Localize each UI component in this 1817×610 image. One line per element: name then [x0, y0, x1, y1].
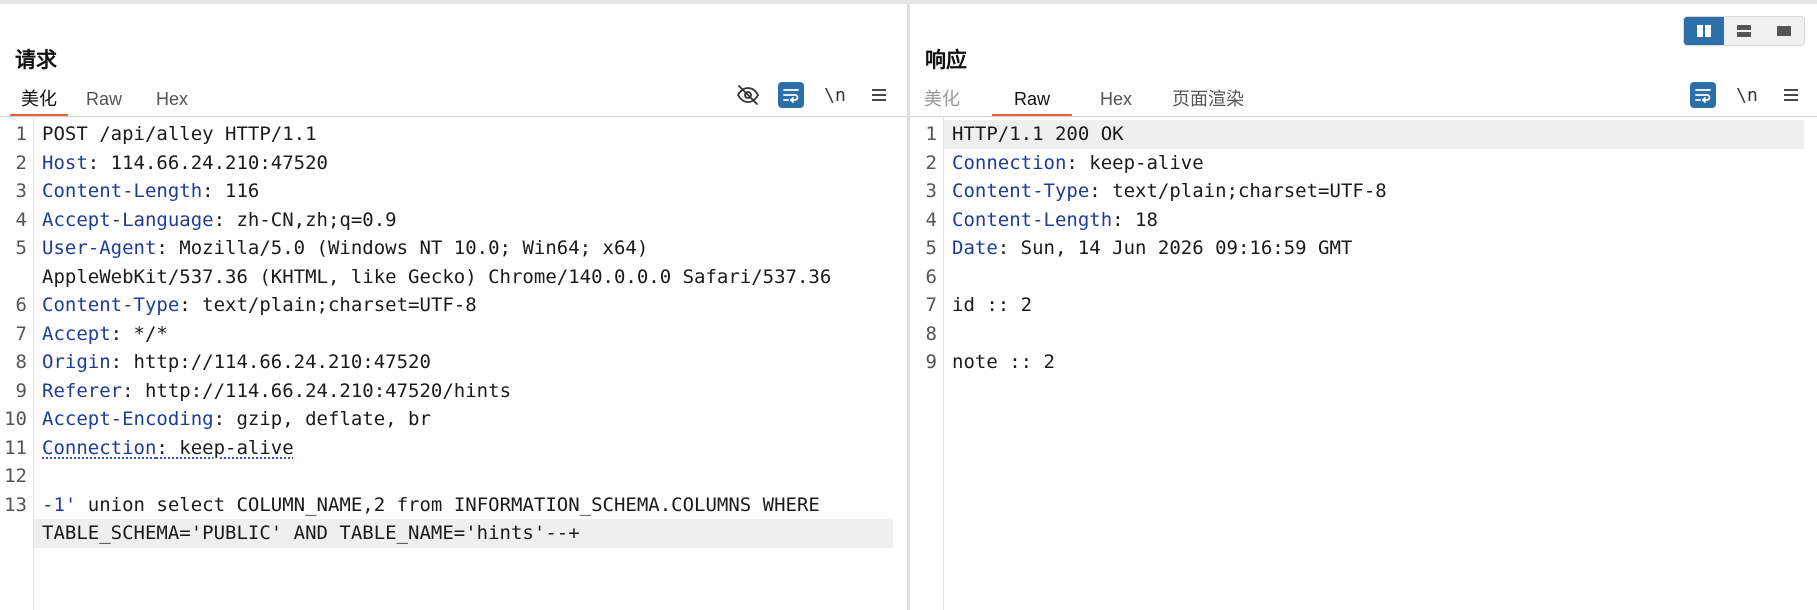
body-text: union select COLUMN_NAME,2 from INFORMAT…	[76, 493, 820, 516]
line-number: 8	[15, 351, 27, 373]
line-number: 9	[15, 379, 27, 402]
request-body-line-wrapped: TABLE_SCHEMA='PUBLIC' AND TABLE_NAME='hi…	[42, 522, 580, 544]
header-value: : gzip, deflate, br	[213, 408, 431, 430]
request-line: Origin: http://114.66.24.210:47520	[42, 348, 431, 377]
request-line: Accept: */*	[42, 320, 168, 349]
header-key: Content-Length	[952, 208, 1113, 231]
header-key: Host	[42, 151, 88, 174]
line-number: 3	[15, 180, 27, 202]
eye-off-icon[interactable]	[735, 82, 761, 108]
request-pane: 请求 美化 Raw Hex \n 1 2 3 4 5 6 7 8 9 10 11…	[0, 4, 907, 610]
wrap-icon[interactable]	[778, 82, 804, 108]
line-number: 7	[925, 294, 937, 316]
header-value: : http://114.66.24.210:47520/hints	[122, 379, 512, 402]
layout-toggle	[1683, 16, 1805, 46]
tab-pretty[interactable]: 美化	[10, 84, 68, 117]
request-line: User-Agent: Mozilla/5.0 (Windows NT 10.0…	[42, 234, 648, 263]
line-number: 12	[4, 465, 27, 487]
request-tabs-rule	[0, 116, 907, 117]
line-number: 6	[925, 265, 937, 288]
response-status-line: HTTP/1.1 200 OK	[952, 123, 1124, 145]
header-key: Content-Type	[42, 294, 180, 316]
request-line-wrapped: AppleWebKit/537.36 (KHTML, like Gecko) C…	[42, 265, 832, 288]
menu-icon[interactable]	[866, 82, 892, 108]
line-number: 11	[4, 436, 27, 459]
body-token: -1'	[42, 493, 77, 516]
line-number: 2	[15, 151, 27, 174]
line-number: 3	[925, 180, 937, 202]
menu-icon[interactable]	[1778, 82, 1804, 108]
line-number: 6	[15, 294, 27, 316]
header-key: Content-Type	[952, 180, 1090, 202]
response-pane: 响应 美化 Raw Hex 页面渲染 \n 1 2 3 4 5 6 7 8 9 …	[910, 4, 1817, 610]
line-number: 4	[15, 208, 27, 231]
newline-toggle[interactable]: \n	[822, 82, 848, 108]
request-line: Content-Type: text/plain;charset=UTF-8	[42, 291, 477, 320]
header-key: Connection	[952, 151, 1067, 174]
header-key: Content-Length	[42, 180, 203, 202]
tab-hex[interactable]: Hex	[150, 84, 194, 117]
newline-toggle[interactable]: \n	[1734, 82, 1760, 108]
header-value: : */*	[110, 322, 168, 345]
tab-hex[interactable]: Hex	[1094, 84, 1138, 117]
tab-raw[interactable]: Raw	[82, 84, 126, 117]
header-value: : text/plain;charset=UTF-8	[1089, 180, 1387, 202]
tab-pretty[interactable]: 美化	[920, 84, 964, 117]
request-line: Host: 114.66.24.210:47520	[42, 149, 328, 178]
response-body-line: note :: 2	[952, 351, 1055, 373]
response-line: Content-Type: text/plain;charset=UTF-8	[952, 177, 1387, 206]
line-number: 8	[925, 322, 937, 345]
response-line: Content-Length: 18	[952, 206, 1158, 235]
line-number: 5	[15, 237, 27, 259]
header-key: Origin	[42, 351, 111, 373]
request-line: POST /api/alley HTTP/1.1	[42, 123, 317, 145]
response-body-line: id :: 2	[952, 294, 1033, 316]
header-value: : 114.66.24.210:47520	[87, 151, 328, 174]
header-value: : 116	[202, 180, 260, 202]
line-number: 10	[4, 408, 27, 430]
header-value: : Sun, 14 Jun 2026 09:16:59 GMT	[997, 237, 1353, 259]
request-line: Connection: keep-alive	[42, 434, 294, 463]
header-key: Accept-Language	[42, 208, 214, 231]
header-value: : http://114.66.24.210:47520	[110, 351, 431, 373]
header-key: Accept	[42, 322, 111, 345]
header-value: : Mozilla/5.0 (Windows NT 10.0; Win64; x…	[156, 237, 649, 259]
wrap-icon[interactable]	[1690, 82, 1716, 108]
single-pane-icon[interactable]	[1764, 17, 1804, 45]
line-number: 7	[15, 322, 27, 345]
header-value: : keep-alive	[1066, 151, 1204, 174]
split-horizontal-icon[interactable]	[1684, 17, 1724, 45]
line-number: 1	[15, 123, 27, 145]
response-line: Date: Sun, 14 Jun 2026 09:16:59 GMT	[952, 234, 1352, 263]
line-number: 1	[925, 123, 937, 145]
request-line: Accept-Encoding: gzip, deflate, br	[42, 405, 431, 434]
line-number: 9	[925, 351, 937, 373]
line-number: 5	[925, 237, 937, 259]
line-number: 4	[925, 208, 937, 231]
tab-raw[interactable]: Raw	[992, 84, 1072, 117]
response-tabs-rule	[910, 116, 1817, 117]
header-key: User-Agent	[42, 237, 157, 259]
request-line: Content-Length: 116	[42, 177, 259, 206]
header-value: : 18	[1112, 208, 1158, 231]
line-number: 2	[925, 151, 937, 174]
header-key: Referer	[42, 379, 123, 402]
header-value: : text/plain;charset=UTF-8	[179, 294, 477, 316]
header-key: Accept-Encoding	[42, 408, 214, 430]
header-value: : keep-alive	[156, 436, 294, 459]
header-key: Connection	[42, 436, 157, 459]
split-vertical-icon[interactable]	[1724, 17, 1764, 45]
request-body-line: -1' union select COLUMN_NAME,2 from INFO…	[42, 491, 820, 520]
request-line: Accept-Language: zh-CN,zh;q=0.9	[42, 206, 397, 235]
request-line: Referer: http://114.66.24.210:47520/hint…	[42, 377, 511, 406]
tab-render[interactable]: 页面渲染	[1168, 84, 1248, 117]
request-title: 请求	[15, 49, 57, 72]
response-line: Connection: keep-alive	[952, 149, 1204, 178]
header-value: : zh-CN,zh;q=0.9	[213, 208, 397, 231]
response-title: 响应	[925, 49, 967, 72]
line-number: 13	[4, 493, 27, 516]
header-key: Date	[952, 237, 998, 259]
